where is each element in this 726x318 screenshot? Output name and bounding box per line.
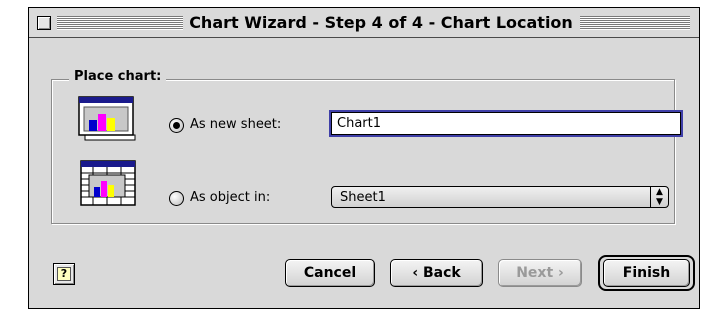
sheet-select[interactable]: Sheet1 ▲ ▼ xyxy=(331,186,669,208)
embedded-chart-icon xyxy=(80,160,136,206)
new-sheet-name-input[interactable] xyxy=(331,112,681,135)
chart-wizard-dialog: Chart Wizard - Step 4 of 4 - Chart Locat… xyxy=(28,7,700,309)
as-new-sheet-label: As new sheet: xyxy=(190,117,282,132)
title-bar[interactable]: Chart Wizard - Step 4 of 4 - Chart Locat… xyxy=(29,8,699,38)
as-new-sheet-option[interactable]: As new sheet: xyxy=(169,116,281,134)
title-stripes-right xyxy=(580,16,690,30)
help-button[interactable]: ? xyxy=(53,263,75,285)
as-object-in-label: As object in: xyxy=(190,190,271,205)
sheet-select-value: Sheet1 xyxy=(340,190,386,205)
new-sheet-name-field[interactable] xyxy=(329,110,683,137)
back-button[interactable]: ‹ Back xyxy=(390,259,483,287)
window-title: Chart Wizard - Step 4 of 4 - Chart Locat… xyxy=(189,13,573,32)
close-box[interactable] xyxy=(37,16,51,30)
title-stripes-left xyxy=(57,16,183,30)
help-icon: ? xyxy=(57,267,71,281)
cancel-button[interactable]: Cancel xyxy=(285,259,375,287)
up-down-arrows-icon: ▲ ▼ xyxy=(650,187,668,207)
as-object-in-radio[interactable] xyxy=(169,190,184,206)
next-button[interactable]: Next › xyxy=(498,259,582,287)
place-chart-label: Place chart: xyxy=(69,68,167,86)
as-new-sheet-radio[interactable] xyxy=(169,117,184,133)
finish-button[interactable]: Finish xyxy=(603,259,690,287)
chart-sheet-icon xyxy=(78,96,136,141)
as-object-in-option[interactable]: As object in: xyxy=(169,189,270,207)
